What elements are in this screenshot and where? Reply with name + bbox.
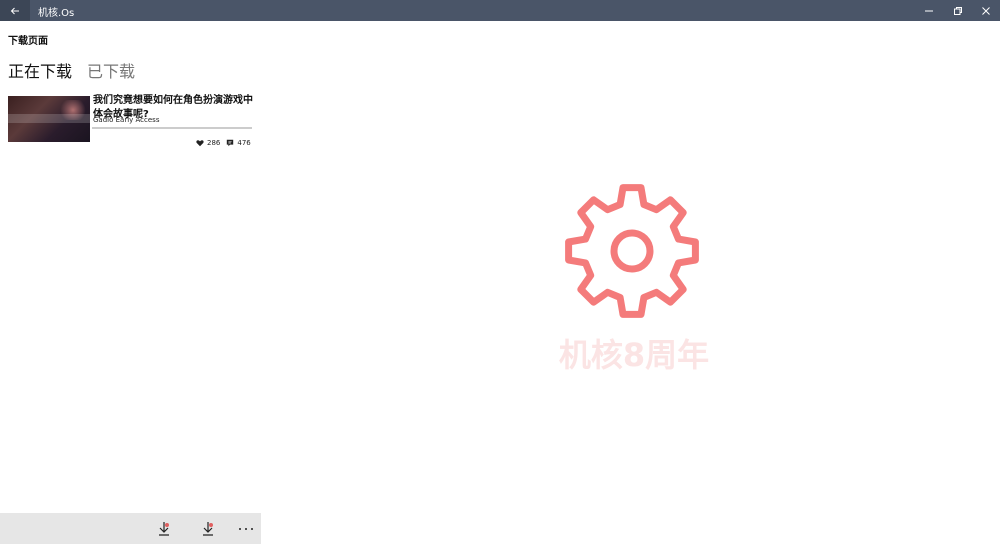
more-button[interactable]: [237, 520, 255, 538]
like-count: 286: [207, 139, 221, 147]
more-icon: [239, 528, 253, 530]
download-item[interactable]: 我们究竟想要如何在角色扮演游戏中体会故事呢? Gadio Early Acces…: [8, 94, 254, 152]
heart-icon: [196, 140, 204, 147]
comment-icon: [227, 139, 234, 147]
window-title: 机核.Os: [38, 8, 75, 19]
close-button[interactable]: [971, 0, 1000, 21]
download-tabs: 正在下载 已下载: [8, 58, 135, 82]
page-title: 下载页面: [8, 36, 48, 47]
tab-downloaded[interactable]: 已下载: [87, 58, 135, 82]
title-bar: 机核.Os: [0, 0, 1000, 21]
gear-icon: [565, 184, 699, 318]
minimize-button[interactable]: [914, 0, 943, 21]
restore-button[interactable]: [943, 0, 972, 21]
download-button-1[interactable]: [155, 520, 173, 538]
command-bar: [0, 513, 261, 544]
comment-count: 476: [237, 139, 251, 147]
download-button-2[interactable]: [199, 520, 217, 538]
item-thumbnail: [8, 96, 90, 142]
back-button[interactable]: [0, 0, 30, 21]
item-stats: 286 476: [196, 139, 251, 147]
minimize-icon: [924, 10, 933, 11]
download-icon: [159, 522, 169, 536]
back-arrow-icon: [10, 7, 19, 14]
close-icon: [981, 6, 990, 15]
download-icon: [203, 522, 213, 536]
watermark-text: 机核8周年: [558, 336, 710, 374]
download-progress-bar: [92, 127, 252, 129]
tab-downloading[interactable]: 正在下载: [8, 58, 72, 82]
item-source: Gadio Early Access: [93, 116, 160, 124]
restore-icon: [953, 6, 962, 15]
